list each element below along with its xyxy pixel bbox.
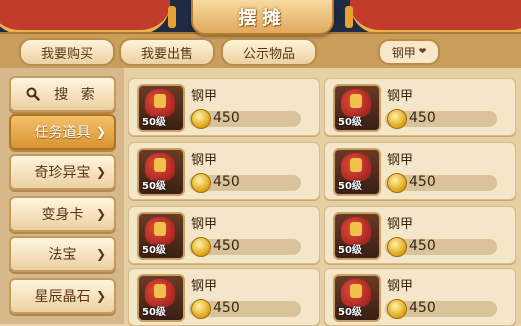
armor-item-icon: 50级 [333,212,381,260]
armor-item-icon: 50级 [333,84,381,132]
listing-grid: 50级 钢甲 450 50级 钢甲 450 50级 钢甲 450 50级 钢甲 … [124,68,521,326]
item-name: 钢甲 [191,153,218,168]
listing-card[interactable]: 50级 钢甲 450 [324,268,516,326]
gold-coin-icon [191,173,211,193]
red-drape-right [350,0,521,34]
tab-buy-label: 我要购买 [40,46,93,62]
item-price: 450 [213,238,240,254]
tab-public[interactable]: 公示物品 [221,38,317,66]
chevron-right-icon: ❯ [95,247,106,261]
item-name: 钢甲 [191,217,218,232]
item-name: 钢甲 [387,89,414,104]
tassel-right [345,6,353,28]
item-level: 50级 [338,245,362,256]
sidebar-item-label: 变身卡 [41,207,84,223]
listing-card[interactable]: 50级 钢甲 450 [128,142,320,200]
sidebar-item-label: 星辰晶石 [34,289,91,305]
listing-card[interactable]: 50级 钢甲 450 [128,78,320,136]
chevron-right-icon: ❯ [95,125,106,139]
chevron-right-icon: ❯ [95,207,106,221]
sidebar-item-task-items[interactable]: 任务道具 ❯ [9,114,116,150]
item-price: 450 [213,174,240,190]
sidebar-item-magic-items[interactable]: 法宝 ❯ [9,236,116,272]
item-level: 50级 [338,307,362,318]
search-button[interactable]: 搜 索 [9,76,116,112]
armor-item-icon: 50级 [137,148,185,196]
item-price: 450 [409,238,436,254]
listing-card[interactable]: 50级 钢甲 450 [324,142,516,200]
tab-sell[interactable]: 我要出售 [119,38,215,66]
listing-card[interactable]: 50级 钢甲 450 [324,206,516,264]
sidebar-item-treasures[interactable]: 奇珍异宝 ❯ [9,154,116,190]
sidebar-item-label: 法宝 [48,247,77,263]
red-drape-left [0,0,170,34]
tab-buy[interactable]: 我要购买 [19,38,115,66]
tassel-left [168,6,176,28]
chevron-right-icon: ❯ [95,165,106,179]
search-icon [26,87,40,101]
item-name: 钢甲 [191,279,218,294]
item-price: 450 [213,110,240,126]
tab-public-label: 公示物品 [242,46,295,62]
item-price: 450 [409,174,436,190]
item-level: 50级 [338,117,362,128]
item-price: 450 [213,300,240,316]
title-plaque: 摆摊 [191,0,334,35]
item-level: 50级 [142,245,166,256]
item-name: 钢甲 [387,279,414,294]
item-name: 钢甲 [191,89,218,104]
item-price: 450 [409,110,436,126]
item-level: 50级 [142,307,166,318]
armor-item-icon: 50级 [137,212,185,260]
item-level: 50级 [142,117,166,128]
gold-coin-icon [191,109,211,129]
item-level: 50级 [142,181,166,192]
category-sidebar: 搜 索 任务道具 ❯ 奇珍异宝 ❯ 变身卡 ❯ 法宝 ❯ 星辰晶石 ❯ [0,68,126,324]
listing-card[interactable]: 50级 钢甲 450 [128,206,320,264]
search-button-label: 搜 索 [54,87,99,103]
armor-item-icon: 50级 [333,274,381,322]
sidebar-item-label: 任务道具 [34,125,91,141]
item-name: 钢甲 [387,153,414,168]
filter-selected-value: 钢甲 [391,45,416,60]
listing-card[interactable]: 50级 钢甲 450 [128,268,320,326]
sidebar-item-star-crystals[interactable]: 星辰晶石 ❯ [9,278,116,314]
sidebar-item-label: 奇珍异宝 [34,165,91,181]
gold-coin-icon [387,109,407,129]
armor-item-icon: 50级 [137,84,185,132]
item-price: 450 [409,300,436,316]
gold-coin-icon [191,237,211,257]
item-filter-dropdown[interactable]: 钢甲 ❤ [378,39,440,65]
gold-coin-icon [191,299,211,319]
gold-coin-icon [387,173,407,193]
armor-item-icon: 50级 [137,274,185,322]
item-name: 钢甲 [387,217,414,232]
listing-card[interactable]: 50级 钢甲 450 [324,78,516,136]
sidebar-item-transform-cards[interactable]: 变身卡 ❯ [9,196,116,232]
heart-chevron-icon: ❤ [418,47,427,57]
item-level: 50级 [338,181,362,192]
page-title: 摆摊 [238,7,287,29]
gold-coin-icon [387,237,407,257]
chevron-right-icon: ❯ [95,289,106,303]
armor-item-icon: 50级 [333,148,381,196]
tab-sell-label: 我要出售 [140,46,193,62]
gold-coin-icon [387,299,407,319]
